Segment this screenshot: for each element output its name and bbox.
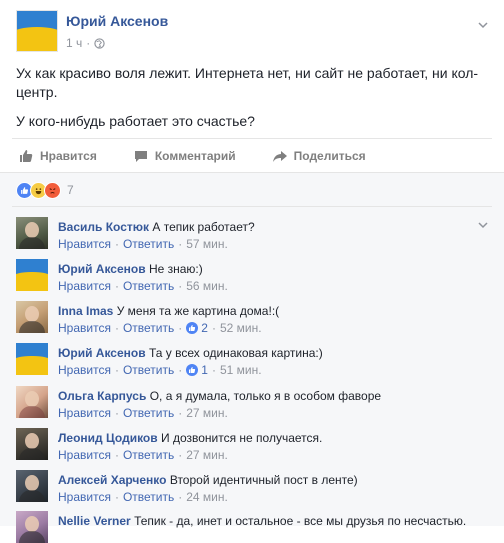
comment-reply-link[interactable]: Ответить	[123, 321, 174, 335]
comment-text: У меня та же картина дома!:(	[116, 304, 280, 318]
post-time[interactable]: 1 ч	[66, 36, 82, 50]
comment-time[interactable]: 52 мин.	[220, 321, 262, 335]
comment-likes-count: 2	[201, 321, 208, 335]
commenter-avatar[interactable]	[16, 343, 48, 375]
comment-meta: Нравится · Ответить · 27 мин.	[58, 406, 228, 420]
commenter-avatar[interactable]	[16, 428, 48, 460]
comment-like-link[interactable]: Нравится	[58, 321, 111, 335]
author-avatar[interactable]	[16, 10, 58, 52]
comment-likes-count: 1	[201, 363, 208, 377]
commenter-avatar[interactable]	[16, 511, 48, 543]
comment-text: А тепик работает?	[152, 220, 255, 234]
comment-likes[interactable]: 2	[186, 321, 208, 335]
commenter-name[interactable]: Леонид Цодиков	[58, 431, 158, 445]
share-button[interactable]: Поделиться	[266, 148, 366, 164]
comment-meta: Нравится · Ответить · 57 мин.	[58, 237, 228, 251]
comment-text: Не знаю:)	[148, 262, 203, 276]
commenter-name[interactable]: Nellie Verner	[58, 514, 131, 528]
comment-meta: Нравится · Ответить · 27 мин.	[58, 448, 228, 462]
post-meta: 1 ч ·	[66, 36, 105, 50]
author-name[interactable]: Юрий Аксенов	[66, 13, 168, 29]
commenter-name[interactable]: Ольга Карпусь	[58, 389, 146, 403]
comment-reply-link[interactable]: Ответить	[123, 406, 174, 420]
post-text: Ух как красиво воля лежит. Интернета нет…	[16, 64, 486, 141]
comment-reply-link[interactable]: Ответить	[123, 448, 174, 462]
like-reaction-icon	[186, 364, 199, 376]
comment-button[interactable]: Комментарий	[127, 148, 236, 164]
comment-reply-link[interactable]: Ответить	[123, 279, 174, 293]
comment-meta: Нравится · Ответить · 2 · 52 мин.	[58, 321, 262, 335]
comment-time[interactable]: 57 мин.	[186, 237, 228, 251]
comment-like-link[interactable]: Нравится	[58, 279, 111, 293]
comment-time[interactable]: 56 мин.	[186, 279, 228, 293]
comment-bubble-icon	[134, 151, 147, 162]
comment-reply-link[interactable]: Ответить	[123, 363, 174, 377]
comment-text: Та у всех одинаковая картина:)	[148, 346, 323, 360]
globe-icon	[94, 37, 105, 49]
comment-time[interactable]: 27 мин.	[186, 406, 228, 420]
comment-text: О, а я думала, только я в особом фаворе	[149, 389, 382, 403]
commenter-avatar[interactable]	[16, 386, 48, 418]
comment-text: И дозвонится не получается.	[160, 431, 323, 445]
commenter-name[interactable]: Юрий Аксенов	[58, 346, 146, 360]
comment-time[interactable]: 27 мин.	[186, 448, 228, 462]
comment-text: Тепик - да, инет и остальное - все мы др…	[134, 514, 467, 528]
comment-like-link[interactable]: Нравится	[58, 406, 111, 420]
share-arrow-icon	[272, 151, 287, 162]
comment-like-link[interactable]: Нравится	[58, 363, 111, 377]
commenter-name[interactable]: Inna Imas	[58, 304, 113, 318]
angry-reaction-icon	[44, 181, 61, 199]
thumbs-up-icon	[20, 150, 33, 162]
commenter-avatar[interactable]	[16, 217, 48, 249]
reactions-count[interactable]: 7	[67, 183, 74, 197]
comment-like-link[interactable]: Нравится	[58, 237, 111, 251]
comment-button-label: Комментарий	[154, 149, 236, 163]
commenter-name[interactable]: Василь Костюк	[58, 220, 149, 234]
facebook-post: Юрий Аксенов 1 ч · Ух как красиво воля л…	[0, 0, 504, 543]
comment-time[interactable]: 24 мин.	[186, 490, 228, 504]
commenter-avatar[interactable]	[16, 259, 48, 291]
commenter-avatar[interactable]	[16, 301, 48, 333]
post-text-line3: У кого-нибудь работает это счастье?	[16, 113, 255, 129]
comment-meta: Нравится · Ответить · 1 · 51 мин.	[58, 363, 262, 377]
comment-meta: Нравится · Ответить · 56 мин.	[58, 279, 228, 293]
comment-reply-link[interactable]: Ответить	[123, 237, 174, 251]
comment-meta: Нравится · Ответить · 24 мин.	[58, 490, 228, 504]
like-reaction-icon	[186, 322, 199, 334]
like-button[interactable]: Нравится	[12, 148, 97, 164]
comment-text: Второй идентичный пост в ленте)	[169, 473, 358, 487]
like-button-label: Нравится	[40, 149, 97, 163]
post-text-line2: центр.	[16, 84, 58, 100]
post-text-line1: Ух как красиво воля лежит. Интернета нет…	[16, 65, 479, 81]
commenter-name[interactable]: Алексей Харченко	[58, 473, 167, 487]
share-button-label: Поделиться	[293, 149, 366, 163]
comment-like-link[interactable]: Нравится	[58, 490, 111, 504]
post-options-chevron-down-icon[interactable]	[478, 20, 488, 30]
commenter-avatar[interactable]	[16, 470, 48, 502]
comment-like-link[interactable]: Нравится	[58, 448, 111, 462]
comment-time[interactable]: 51 мин.	[220, 363, 262, 377]
post-action-bar: Нравится Комментарий Поделиться	[12, 138, 492, 173]
reactions-summary[interactable]: 7	[16, 180, 74, 200]
divider	[12, 206, 492, 207]
commenter-name[interactable]: Юрий Аксенов	[58, 262, 146, 276]
comment-reply-link[interactable]: Ответить	[123, 490, 174, 504]
comment-likes[interactable]: 1	[186, 363, 208, 377]
